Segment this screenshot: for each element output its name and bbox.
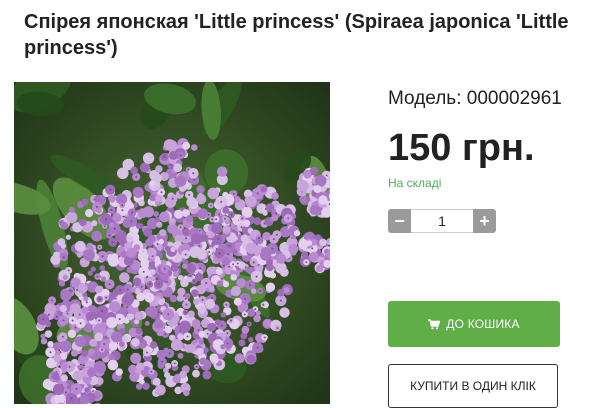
buy-one-click-button[interactable]: КУПИТИ В ОДИН КЛІК: [388, 364, 558, 408]
add-to-cart-button[interactable]: ДО КОШИКА: [388, 301, 560, 347]
spiraea-flower-photo: [14, 82, 330, 404]
buy-one-click-label: КУПИТИ В ОДИН КЛІК: [410, 379, 536, 393]
model-value: 000002961: [467, 88, 562, 109]
quantity-decrease-button[interactable]: −: [388, 209, 411, 233]
cart-icon: [428, 319, 440, 330]
quantity-increase-button[interactable]: +: [473, 209, 496, 233]
product-price: 150 грн.: [388, 124, 535, 172]
add-to-cart-label: ДО КОШИКА: [446, 317, 519, 331]
model-label: Модель:: [388, 88, 461, 109]
product-model: Модель: 000002961: [388, 86, 562, 112]
quantity-stepper: − +: [388, 209, 496, 233]
quantity-input[interactable]: [411, 209, 473, 233]
stock-status: На складі: [388, 176, 441, 190]
product-image[interactable]: [14, 82, 330, 404]
product-title: Спірея японская 'Little princess' (Spira…: [24, 9, 590, 61]
